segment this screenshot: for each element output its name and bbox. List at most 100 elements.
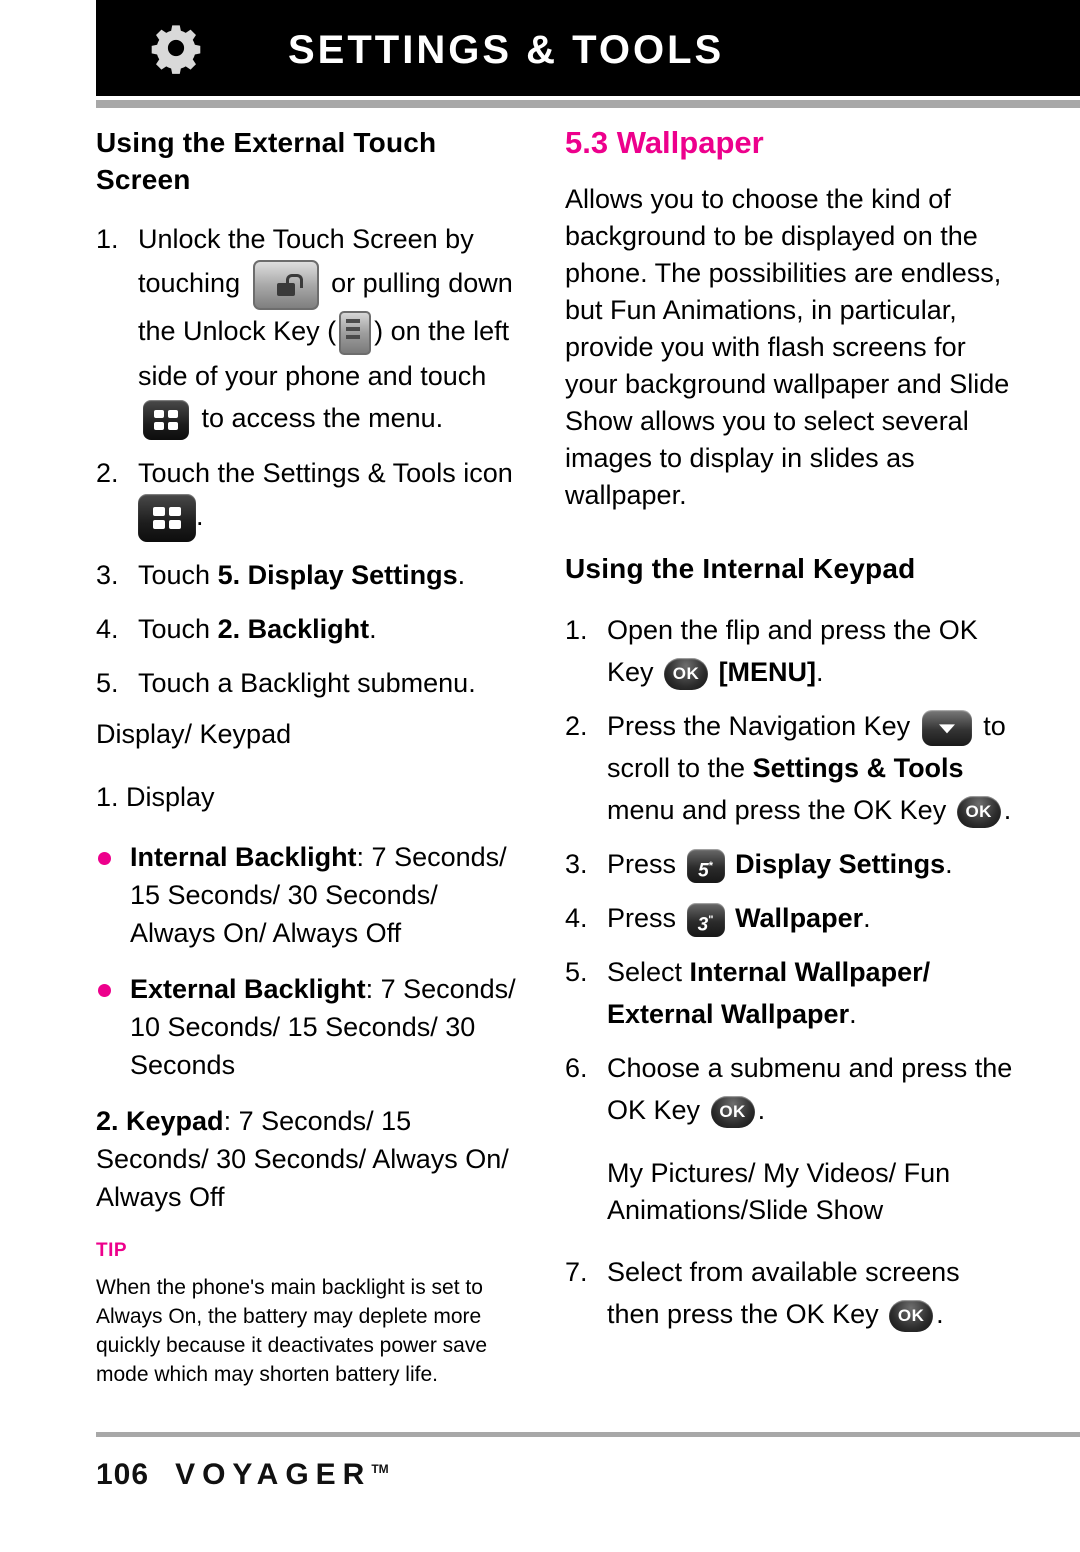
step-number: 7.: [565, 1257, 588, 1287]
number-key-digit: 3: [697, 914, 709, 936]
step-number: 5.: [96, 667, 119, 698]
step-text-1: Touch: [138, 559, 218, 590]
step-number: 3.: [565, 849, 588, 879]
step-text-3: the Unlock Key (: [138, 316, 337, 346]
step-text-5: side of your phone and touch: [138, 360, 487, 391]
number-key-3-icon: 3": [686, 902, 725, 937]
step-bold-1: Wallpaper: [735, 903, 864, 933]
step-number: 6.: [565, 1053, 588, 1083]
step-number: 2.: [565, 711, 588, 741]
list-item: 5. Touch a Backlight submenu.: [96, 662, 526, 704]
step-bold-1: Display Settings: [735, 849, 946, 879]
list-item: 2. Press the Navigation Key to scroll to…: [565, 705, 1015, 831]
display-heading: 1. Display: [96, 781, 215, 812]
step-text-1: Choose a submenu and press the OK Key: [607, 1053, 1013, 1125]
step-text-1: Press: [607, 849, 677, 879]
wallpaper-intro-paragraph: Allows you to choose the kind of backgro…: [565, 184, 1010, 510]
step-text-4: .: [1003, 795, 1012, 825]
settings-tools-menu-icon: [138, 493, 196, 542]
step-text-1: Touch a Backlight submenu.: [138, 667, 476, 698]
page-footer: 106 VOYAGERTM: [96, 1458, 389, 1492]
list-item: 1. Unlock the Touch Screen by touching o…: [96, 218, 526, 440]
step-text-6: to access the menu.: [201, 402, 444, 433]
list-item: Internal Backlight: 7 Seconds/ 15 Second…: [96, 838, 526, 952]
internal-keypad-heading: Using the Internal Keypad: [565, 553, 916, 584]
bullet-label: External Backlight: [130, 973, 366, 1004]
header-divider: [96, 100, 1080, 108]
left-column: Using the External Touch Screen 1. Unloc…: [96, 124, 526, 1389]
page-header: SETTINGS & TOOLS: [0, 0, 1080, 108]
step-number: 3.: [96, 559, 119, 590]
right-column: 5.3 Wallpaper Allows you to choose the k…: [565, 124, 1015, 1347]
slider-key-icon: [339, 310, 372, 355]
step-text-2: .: [849, 999, 857, 1029]
list-item: 7. Select from available screens then pr…: [565, 1251, 1015, 1335]
step-number: 1.: [96, 224, 119, 254]
external-touch-steps: 1. Unlock the Touch Screen by touching o…: [96, 218, 526, 704]
page-number: 106: [96, 1458, 150, 1491]
keypad-label: 2. Keypad: [96, 1105, 224, 1136]
list-item: 1. Open the flip and press the OK Key OK…: [565, 609, 1015, 693]
ok-key-icon: OK: [956, 795, 1001, 828]
step-text-2: .: [757, 1095, 766, 1125]
step-number: 2.: [96, 457, 119, 488]
step-bold-1: Settings & Tools: [752, 753, 964, 783]
step-text-2: .: [945, 849, 953, 879]
step-text-1: Press: [607, 903, 677, 933]
step-text-2: .: [863, 903, 871, 933]
ok-key-icon: OK: [710, 1095, 755, 1128]
step-text-2: .: [196, 500, 204, 531]
step-text-1: Touch: [138, 613, 218, 644]
list-item: 2. Touch the Settings & Tools icon .: [96, 452, 526, 542]
brand-tm: TM: [371, 1462, 389, 1476]
step-text-2: or pulling down: [331, 268, 513, 299]
list-item: 3. Touch 5. Display Settings.: [96, 554, 526, 596]
number-key-sup: ": [708, 913, 714, 926]
step-text-4: ) on the left: [374, 316, 510, 346]
step-text-2: .: [816, 657, 824, 687]
list-item: 4. Press 3" Wallpaper.: [565, 897, 1015, 939]
step-text-3: menu and press the OK Key: [607, 795, 947, 825]
step-number: 4.: [96, 613, 119, 644]
display-keypad-heading: Display/ Keypad: [96, 718, 292, 749]
submenu-options-heading: My Pictures/ My Videos/ Fun Animations/S…: [607, 1158, 951, 1225]
list-item: 6. Choose a submenu and press the OK Key…: [565, 1047, 1015, 1131]
keypad-option: 2. Keypad: 7 Seconds/ 15 Seconds/ 30 Sec…: [96, 1102, 526, 1216]
list-item: External Backlight: 7 Seconds/ 10 Second…: [96, 970, 526, 1084]
navigation-key-icon: [921, 709, 972, 746]
number-key-sup: *: [708, 859, 713, 872]
list-item: 3. Press 5* Display Settings.: [565, 843, 1015, 885]
list-item: 4. Touch 2. Backlight.: [96, 608, 526, 650]
final-step-list: 7. Select from available screens then pr…: [565, 1251, 1015, 1335]
list-item: 5. Select Internal Wallpaper/ External W…: [565, 951, 1015, 1035]
step-number: 1.: [565, 615, 588, 645]
step-number: 5.: [565, 957, 588, 987]
unlock-key-icon: [252, 260, 319, 310]
tip-body: When the phone's main backlight is set t…: [96, 1275, 488, 1386]
internal-keypad-steps: 1. Open the flip and press the OK Key OK…: [565, 609, 1015, 1131]
number-key-digit: 5: [698, 860, 709, 882]
ok-key-icon: OK: [664, 657, 709, 690]
gear-icon: [96, 0, 256, 96]
step-text-1: Touch the Settings & Tools icon: [138, 457, 513, 488]
step-bold-1: 5. Display Settings: [217, 559, 458, 590]
step-text-1: Select: [607, 957, 690, 987]
page-title: SETTINGS & TOOLS: [288, 28, 725, 72]
number-key-5-icon: 5*: [686, 848, 725, 883]
bullet-label: Internal Backlight: [130, 841, 357, 872]
footer-divider: [96, 1432, 1080, 1437]
menu-grid-icon: [143, 399, 189, 440]
tip-label: TIP: [96, 1239, 128, 1261]
brand-logo: VOYAGERTM: [175, 1458, 389, 1492]
brand-name: VOYAGER: [175, 1458, 372, 1491]
step-text-2: .: [369, 613, 377, 644]
menu-label: [MENU]: [718, 657, 817, 687]
step-number: 4.: [565, 903, 588, 933]
step-bold-1: 2. Backlight: [217, 613, 370, 644]
step-text-2: .: [936, 1299, 944, 1329]
wallpaper-section-heading: 5.3 Wallpaper: [565, 125, 764, 160]
step-text-1: Press the Navigation Key: [607, 711, 911, 741]
ok-key-icon: OK: [889, 1299, 934, 1332]
step-text-2: .: [457, 559, 466, 590]
display-bullet-list: Internal Backlight: 7 Seconds/ 15 Second…: [96, 838, 526, 1084]
